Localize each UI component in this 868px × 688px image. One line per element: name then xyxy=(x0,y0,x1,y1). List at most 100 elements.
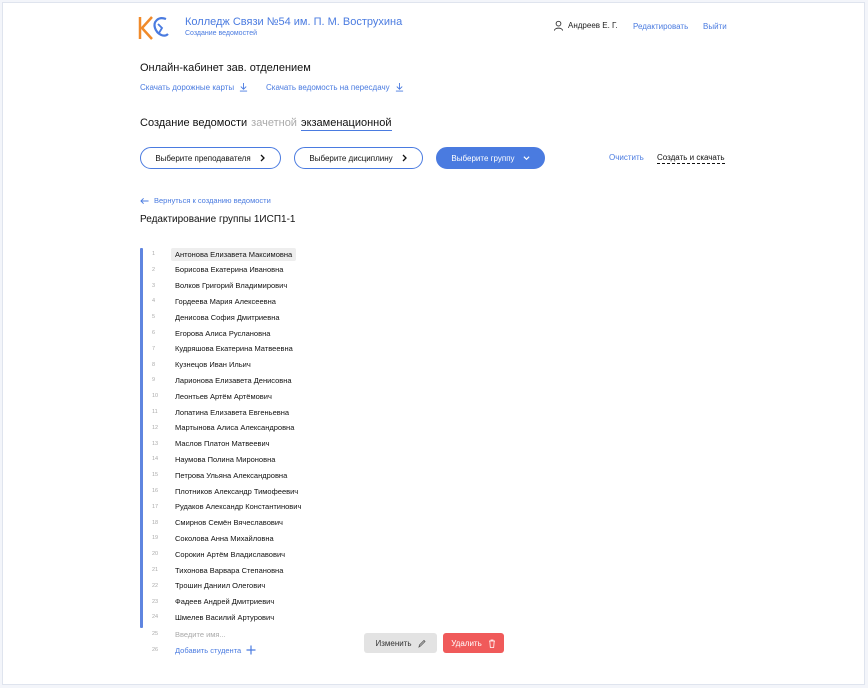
student-name[interactable]: Тихонова Варвара Степановна xyxy=(171,564,287,577)
student-name[interactable]: Лопатина Елизавета Евгеньевна xyxy=(171,406,293,419)
arrow-left-icon xyxy=(140,197,149,204)
delete-button[interactable]: Удалить xyxy=(443,633,504,653)
list-item: 4 Гордеева Мария Алексеевна xyxy=(152,294,280,308)
create-and-download-link[interactable]: Создать и скачать xyxy=(657,153,725,164)
logout-link[interactable]: Выйти xyxy=(703,22,727,31)
college-name: Колледж Связи №54 им. П. М. Вострухина xyxy=(185,16,403,28)
row-number: 1 xyxy=(152,251,156,257)
student-name[interactable]: Мартынова Алиса Александровна xyxy=(171,421,298,434)
select-group-dropdown[interactable]: Выберите группу xyxy=(436,147,545,169)
student-name[interactable]: Петрова Ульяна Александровна xyxy=(171,469,291,482)
student-name[interactable]: Смирнов Семён Вячеславович xyxy=(171,516,287,529)
row-number: 25 xyxy=(152,631,159,637)
back-to-creation-link[interactable]: Вернуться к созданию ведомости xyxy=(140,196,271,205)
select-group-label: Выберите группу xyxy=(451,153,515,163)
student-name[interactable]: Шмелев Василий Артурович xyxy=(171,611,278,624)
row-number: 7 xyxy=(152,345,156,352)
student-name[interactable]: Трошин Даниил Олегович xyxy=(171,579,269,592)
select-discipline-label: Выберите дисциплину xyxy=(309,153,393,163)
row-number: 13 xyxy=(152,440,159,447)
list-item: 9 Ларионова Елизавета Денисовна xyxy=(152,373,296,387)
row-number: 4 xyxy=(152,298,156,305)
row-number: 2 xyxy=(152,266,156,273)
add-student-row: 26 Добавить студента xyxy=(152,643,260,657)
new-student-row: 25 Введите имя... xyxy=(152,627,230,641)
student-name[interactable]: Наумова Полина Мироновна xyxy=(171,453,279,466)
student-name[interactable]: Сорокин Артём Владиславович xyxy=(171,548,289,561)
download-retake-link[interactable]: Скачать ведомость на пересдачу xyxy=(266,82,404,92)
list-item: 22 Трошин Даниил Олегович xyxy=(152,579,269,593)
download-retake-label: Скачать ведомость на пересдачу xyxy=(266,82,390,92)
student-name[interactable]: Леонтьев Артём Артёмович xyxy=(171,390,276,403)
page-container xyxy=(2,2,865,685)
select-teacher-label: Выберите преподавателя xyxy=(155,153,251,163)
row-number: 5 xyxy=(152,314,156,321)
option-credit[interactable]: зачетной xyxy=(251,117,297,131)
chevron-right-icon xyxy=(402,154,407,162)
student-name[interactable]: Кудряшова Екатерина Матвеевна xyxy=(171,342,297,355)
row-number: 8 xyxy=(152,361,156,368)
row-number: 11 xyxy=(152,409,158,415)
student-name[interactable]: Рудаков Александр Константинович xyxy=(171,500,305,513)
student-name[interactable]: Ларионова Елизавета Денисовна xyxy=(171,374,296,387)
student-name[interactable]: Денисова София Дмитриевна xyxy=(171,311,284,324)
student-name[interactable]: Антонова Елизавета Максимовна xyxy=(171,247,297,261)
row-number: 17 xyxy=(152,503,159,510)
download-icon xyxy=(395,82,403,92)
row-number: 14 xyxy=(152,456,159,463)
row-number: 21 xyxy=(152,567,159,573)
edit-button[interactable]: Изменить xyxy=(364,633,437,653)
download-roadmaps-link[interactable]: Скачать дорожные карты xyxy=(140,82,248,92)
list-item: 13 Маслов Платон Матвеевич xyxy=(152,437,274,451)
student-name[interactable]: Кузнецов Иван Ильич xyxy=(171,358,255,371)
edit-profile-link[interactable]: Редактировать xyxy=(633,22,688,31)
back-link-label: Вернуться к созданию ведомости xyxy=(154,196,271,205)
select-teacher-button[interactable]: Выберите преподавателя xyxy=(140,147,281,169)
list-item: 23 Фадеев Андрей Дмитриевич xyxy=(152,595,278,609)
current-user: Андреев Е. Г. xyxy=(553,20,618,31)
add-student-button[interactable]: Добавить студента xyxy=(171,643,260,657)
row-number: 20 xyxy=(152,551,159,558)
student-name[interactable]: Соколова Анна Михайловна xyxy=(171,532,278,545)
list-item: 17 Рудаков Александр Константинович xyxy=(152,500,305,514)
row-number: 24 xyxy=(152,614,159,621)
download-icon xyxy=(240,82,248,92)
list-item: 11 Лопатина Елизавета Евгеньевна xyxy=(152,405,293,419)
list-item: 21 Тихонова Варвара Степановна xyxy=(152,563,287,577)
student-name[interactable]: Маслов Платон Матвеевич xyxy=(171,437,274,450)
list-item: 12 Мартынова Алиса Александровна xyxy=(152,421,298,435)
student-name[interactable]: Фадеев Андрей Дмитриевич xyxy=(171,595,278,608)
list-item: 5 Денисова София Дмитриевна xyxy=(152,310,284,324)
list-item: 16 Плотников Александр Тимофеевич xyxy=(152,484,302,498)
row-number: 16 xyxy=(152,488,159,494)
list-item: 14 Наумова Полина Мироновна xyxy=(152,452,279,466)
row-number: 9 xyxy=(152,377,156,384)
student-name-input[interactable]: Введите имя... xyxy=(171,628,230,641)
option-exam[interactable]: экзаменационной xyxy=(300,117,392,131)
row-number: 23 xyxy=(152,598,159,605)
list-item: 3 Волков Григорий Владимирович xyxy=(152,279,291,293)
student-name[interactable]: Борисова Екатерина Ивановна xyxy=(171,263,287,276)
app-subtitle: Создание ведомостей xyxy=(185,30,258,37)
chevron-right-icon xyxy=(260,154,265,162)
group-edit-title: Редактирование группы 1ИСП1-1 xyxy=(140,214,296,225)
student-name[interactable]: Гордеева Мария Алексеевна xyxy=(171,295,280,308)
list-item: 10 Леонтьев Артём Артёмович xyxy=(152,389,276,403)
user-icon xyxy=(553,20,564,31)
student-name[interactable]: Волков Григорий Владимирович xyxy=(171,279,291,292)
select-discipline-button[interactable]: Выберите дисциплину xyxy=(294,147,423,169)
row-number: 15 xyxy=(152,472,159,479)
student-name[interactable]: Егорова Алиса Руслановна xyxy=(171,327,274,340)
college-logo-icon xyxy=(138,16,169,40)
delete-button-label: Удалить xyxy=(451,638,482,648)
list-accent-bar xyxy=(140,248,143,628)
user-name: Андреев Е. Г. xyxy=(568,21,618,30)
pencil-icon xyxy=(417,639,426,648)
student-name[interactable]: Плотников Александр Тимофеевич xyxy=(171,485,302,498)
edit-button-label: Изменить xyxy=(375,638,412,648)
row-number: 19 xyxy=(152,535,159,542)
clear-link[interactable]: Очистить xyxy=(609,153,644,162)
row-number: 10 xyxy=(152,393,159,400)
row-number: 18 xyxy=(152,519,159,526)
cabinet-title: Онлайн-кабинет зав. отделением xyxy=(140,62,311,74)
